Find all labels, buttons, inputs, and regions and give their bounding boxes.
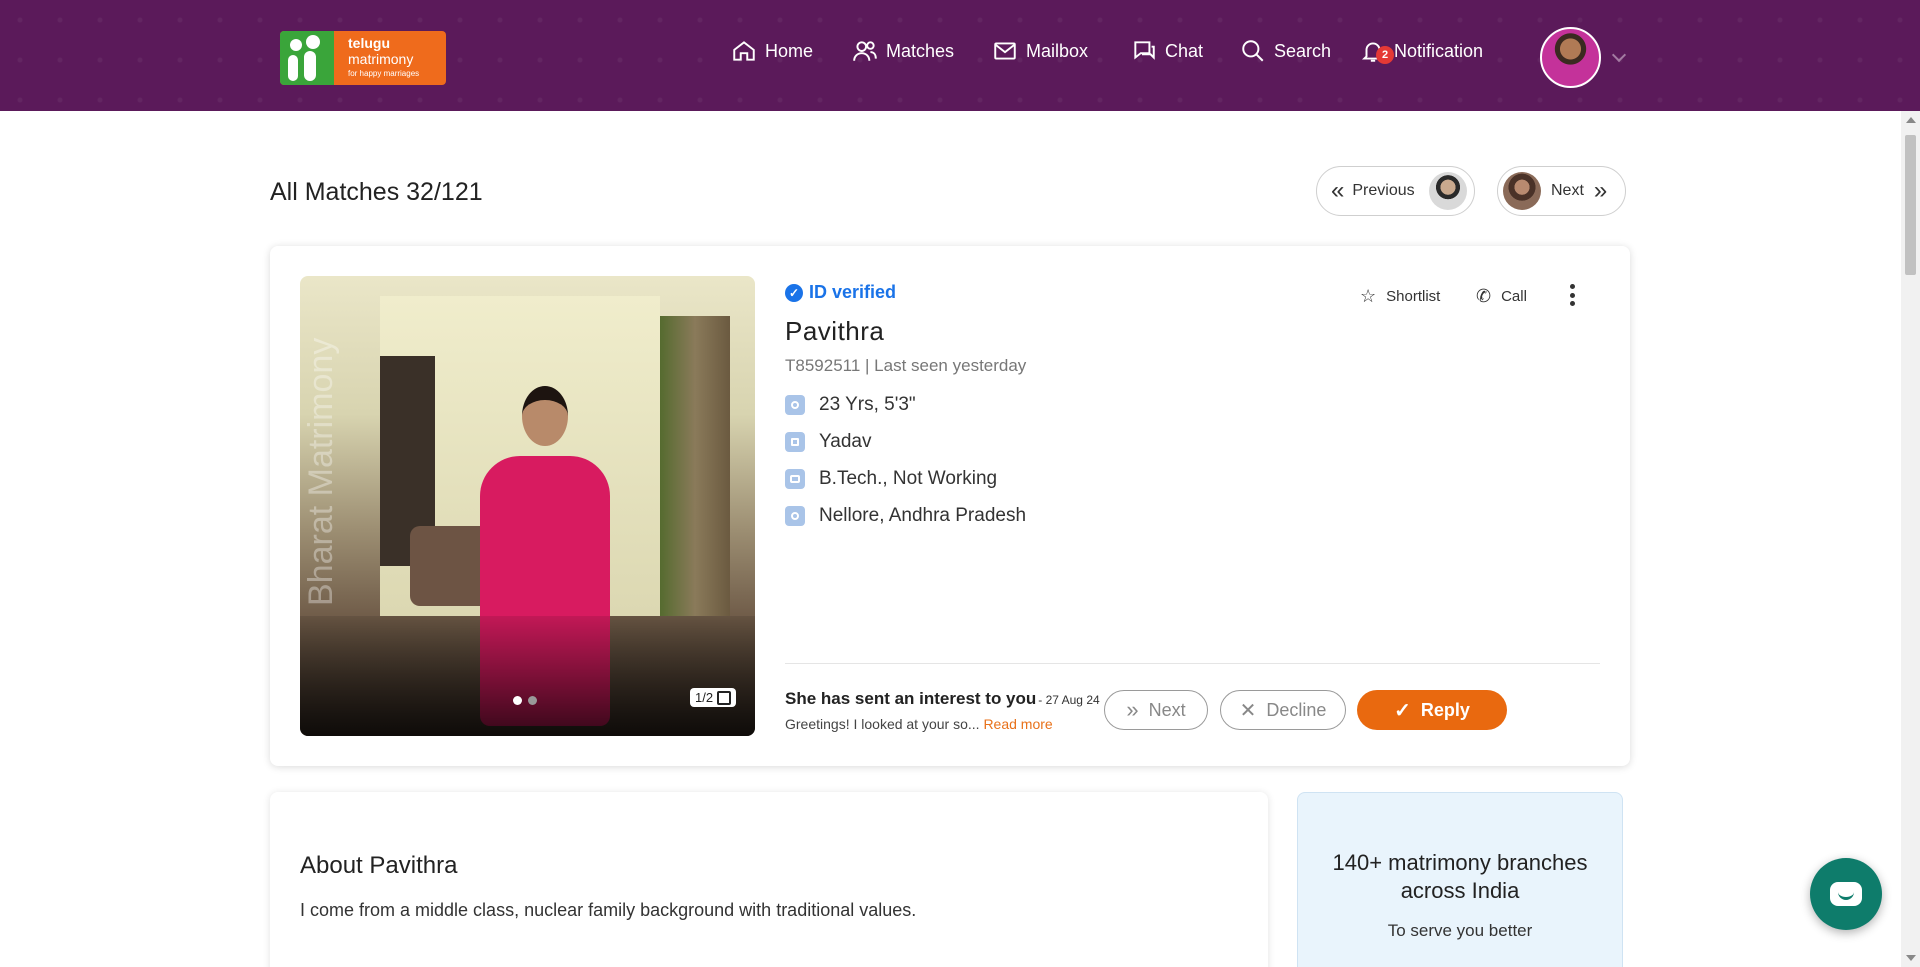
- attribute-location: Nellore, Andhra Pradesh: [785, 505, 1026, 527]
- decline-button[interactable]: ✕ Decline: [1220, 690, 1346, 730]
- notification-count-badge: 2: [1376, 46, 1394, 64]
- next-profile-button[interactable]: Next »: [1497, 166, 1626, 216]
- shortlist-button[interactable]: ☆ Shortlist: [1360, 286, 1440, 307]
- carousel-dot-2[interactable]: [528, 696, 537, 705]
- education-icon: [785, 469, 805, 489]
- card-divider: [785, 663, 1600, 664]
- double-chevron-right-icon: »: [1126, 697, 1139, 722]
- call-label: Call: [1501, 288, 1527, 305]
- location-icon: [785, 506, 805, 526]
- phone-icon: ✆: [1476, 286, 1492, 306]
- nav-mailbox-label: Mailbox: [1026, 40, 1089, 61]
- profile-name: Pavithra: [785, 316, 885, 346]
- read-more-link[interactable]: Read more: [983, 716, 1052, 732]
- previous-profile-thumbnail: [1428, 172, 1467, 210]
- more-options-icon[interactable]: [1570, 284, 1576, 306]
- profile-id-last-seen: T8592511 | Last seen yesterday: [785, 356, 1027, 375]
- attribute-education-text: B.Tech., Not Working: [819, 468, 998, 489]
- chat-bubble-icon: [1830, 882, 1862, 906]
- photo-watermark: Bharat Matrimony: [302, 337, 340, 606]
- attribute-location-text: Nellore, Andhra Pradesh: [819, 505, 1027, 526]
- verified-check-icon: ✓: [785, 283, 803, 302]
- scroll-down-arrow-icon[interactable]: [1906, 955, 1916, 961]
- gallery-icon: [717, 690, 732, 705]
- nav-matches-label: Matches: [886, 40, 955, 61]
- caste-icon: [785, 432, 805, 452]
- next-label: Next: [1551, 182, 1584, 199]
- attribute-age-height-text: 23 Yrs, 5'3": [819, 394, 916, 415]
- interest-title: She has sent an interest to you - 27 Aug …: [785, 689, 1100, 709]
- decline-label: Decline: [1266, 699, 1327, 720]
- nav-notification-label: Notification: [1394, 40, 1484, 61]
- users-icon: [853, 41, 877, 61]
- interest-next-button[interactable]: » Next: [1104, 690, 1208, 730]
- about-text: I come from a middle class, nuclear fami…: [300, 900, 917, 920]
- nav-chat[interactable]: Chat: [1131, 36, 1203, 66]
- top-header: telugu matrimony for happy marriages Hom…: [0, 0, 1920, 111]
- age-height-icon: [785, 395, 805, 415]
- chat-support-button[interactable]: [1810, 858, 1882, 930]
- about-title: About Pavithra: [300, 852, 458, 879]
- profile-card: Bharat Matrimony 1/2 ✓ ID verified Pavit…: [270, 246, 1630, 766]
- branches-subtitle: To serve you better: [1387, 921, 1533, 940]
- nav-search-label: Search: [1274, 40, 1332, 61]
- close-icon: ✕: [1239, 699, 1257, 722]
- id-verified-badge: ✓ ID verified: [785, 282, 896, 303]
- chat-icon: [1134, 41, 1155, 60]
- nav-home[interactable]: Home: [731, 36, 813, 66]
- nav-mailbox[interactable]: Mailbox: [992, 36, 1088, 66]
- nav-home-label: Home: [765, 40, 814, 61]
- nav-matches[interactable]: Matches: [852, 36, 954, 66]
- attribute-education: B.Tech., Not Working: [785, 468, 997, 490]
- photo-person-head: [522, 386, 568, 446]
- interest-next-label: Next: [1148, 699, 1186, 720]
- logo-text-telugu: telugu: [348, 35, 390, 51]
- telugu-matrimony-logo[interactable]: telugu matrimony for happy marriages: [280, 31, 446, 85]
- about-card: About Pavithra I come from a middle clas…: [270, 792, 1268, 967]
- nav-notification[interactable]: 2 Notification: [1360, 36, 1483, 66]
- logo-text-matrimony: matrimony: [348, 51, 414, 67]
- photo-curtain: [660, 316, 730, 616]
- nav-search[interactable]: Search: [1240, 36, 1331, 66]
- star-icon: ☆: [1360, 286, 1377, 306]
- interest-date: - 27 Aug 24: [1038, 693, 1100, 707]
- reply-button[interactable]: ✓ Reply: [1357, 690, 1507, 730]
- double-chevron-right-icon: »: [1593, 177, 1608, 204]
- scroll-up-arrow-icon[interactable]: [1906, 117, 1916, 123]
- interest-message: Greetings! I looked at your so... Read m…: [785, 716, 1053, 732]
- logo-tagline: for happy marriages: [348, 69, 420, 78]
- photo-counter-text: 1/2: [695, 690, 714, 705]
- photo-carousel-dots[interactable]: [513, 696, 537, 705]
- logo-mark-icon: [280, 31, 334, 85]
- branches-title: 140+ matrimony branches across India: [1332, 850, 1588, 903]
- previous-label: Previous: [1352, 182, 1415, 199]
- branches-promo-card[interactable]: 140+ matrimony branches across India To …: [1297, 792, 1623, 967]
- search-icon: [1242, 40, 1264, 62]
- checkmark-icon: ✓: [1394, 699, 1411, 722]
- carousel-dot-1[interactable]: [513, 696, 522, 705]
- attribute-age-height: 23 Yrs, 5'3": [785, 394, 916, 416]
- reply-label: Reply: [1420, 699, 1470, 720]
- home-icon: [733, 41, 755, 61]
- user-avatar[interactable]: [1540, 27, 1601, 88]
- shortlist-label: Shortlist: [1386, 288, 1441, 305]
- chevron-down-icon[interactable]: [1611, 47, 1627, 63]
- interest-message-text: Greetings! I looked at your so...: [785, 716, 980, 732]
- mail-icon: [994, 42, 1016, 60]
- photo-floor-shadow: [300, 616, 755, 736]
- photo-counter[interactable]: 1/2: [690, 688, 737, 707]
- page-title: All Matches 32/121: [270, 178, 483, 206]
- attribute-caste: Yadav: [785, 431, 871, 453]
- call-button[interactable]: ✆ Call: [1476, 286, 1527, 307]
- profile-photo[interactable]: Bharat Matrimony 1/2: [300, 276, 755, 736]
- interest-title-text: She has sent an interest to you: [785, 689, 1037, 708]
- nav-chat-label: Chat: [1165, 40, 1204, 61]
- double-chevron-left-icon: «: [1331, 177, 1345, 204]
- previous-profile-button[interactable]: « Previous: [1316, 166, 1475, 216]
- attribute-caste-text: Yadav: [819, 431, 872, 452]
- page-scrollbar[interactable]: [1901, 111, 1920, 967]
- id-verified-label: ID verified: [809, 282, 897, 302]
- scrollbar-thumb[interactable]: [1905, 135, 1916, 275]
- next-profile-thumbnail: [1503, 172, 1541, 210]
